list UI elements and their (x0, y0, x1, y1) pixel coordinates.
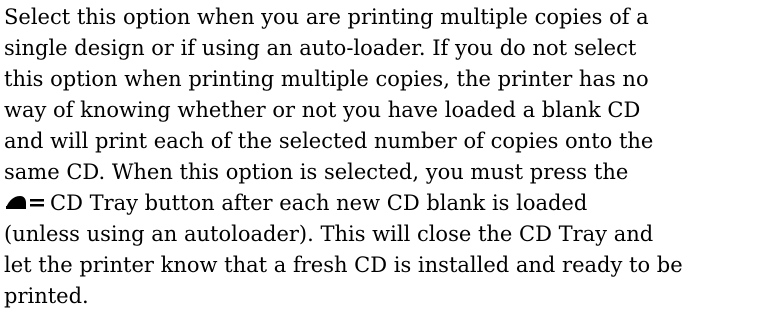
text-line: (unless using an autoloader). This will … (4, 222, 654, 246)
text-line: CD Tray button after each new CD blank i… (50, 191, 588, 215)
text-line: single design or if using an auto-loader… (4, 36, 637, 60)
text-line: let the printer know that a fresh CD is … (4, 253, 683, 277)
text-line-with-icon: CD Tray button after each new CD blank i… (4, 188, 764, 219)
help-paragraph: Select this option when you are printing… (4, 2, 764, 312)
cd-tray-eject-icon (4, 189, 46, 209)
text-line: this option when printing multiple copie… (4, 67, 649, 91)
text-line: Select this option when you are printing… (4, 5, 649, 29)
text-line: same CD. When this option is selected, y… (4, 160, 629, 184)
text-line: way of knowing whether or not you have l… (4, 98, 641, 122)
text-line: printed. (4, 284, 89, 308)
text-line: and will print each of the selected numb… (4, 129, 654, 153)
